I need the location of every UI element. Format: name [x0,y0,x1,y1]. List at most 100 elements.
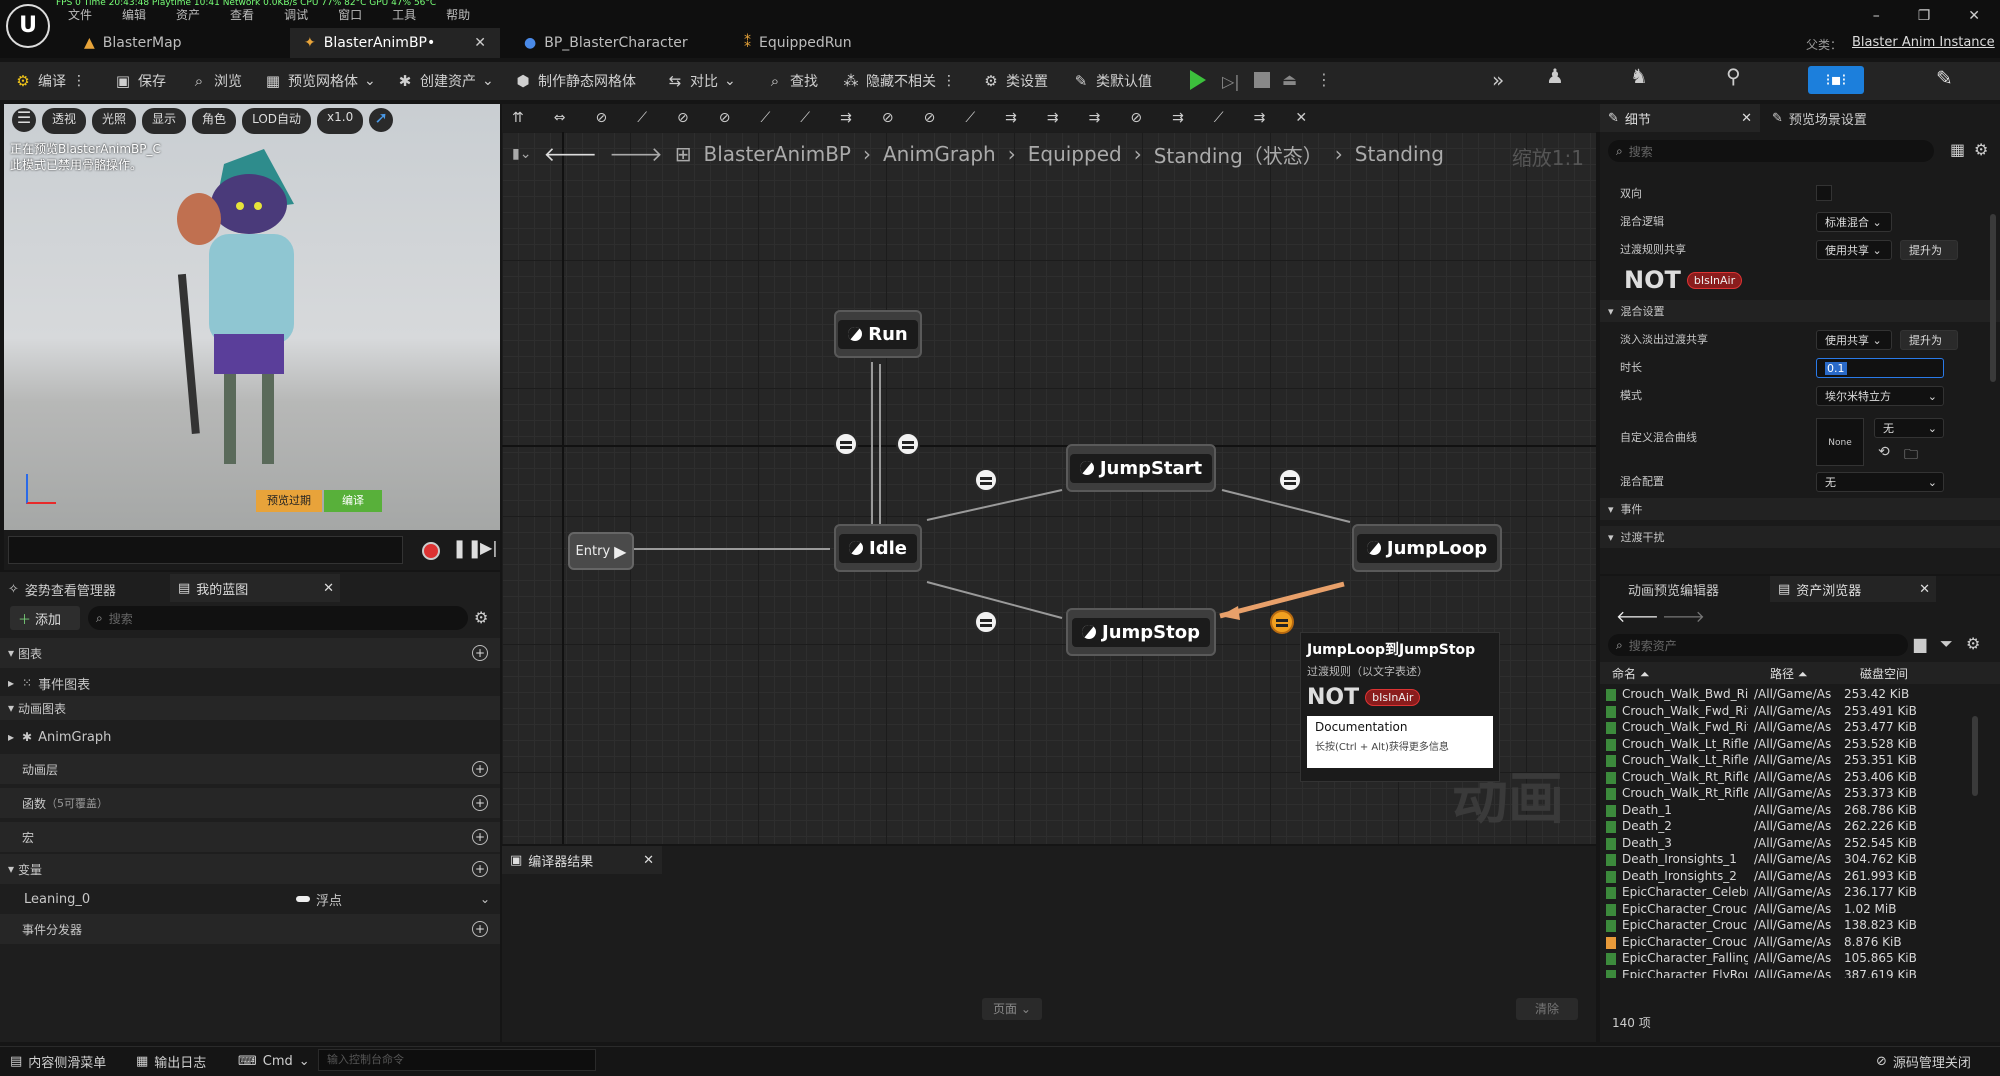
pause-icon[interactable]: ❚❚ [452,538,482,559]
bidirectional-checkbox[interactable] [1816,185,1832,201]
gear-icon[interactable]: ⚙ [1974,140,1988,159]
details-scrollbar[interactable] [1990,214,1996,382]
asset-row[interactable]: Crouch_Walk_Rt_Rifle_Ir/All/Game/As253.3… [1600,785,1980,801]
blend-profile-dropdown[interactable]: 无 ⌄ [1816,472,1944,492]
content-drawer-button[interactable]: ▤ 内容侧滑菜单 [4,1046,112,1076]
make-static-mesh-button[interactable]: ⬢ 制作静态网格体 [508,66,642,96]
curve-thumbnail[interactable]: None [1816,418,1864,466]
details-tab[interactable]: ✎ 细节 ✕ [1600,104,1760,132]
column-name[interactable]: 命名 ⏶ [1600,665,1770,682]
my-blueprint-tab[interactable]: ▤ 我的蓝图 ✕ [170,574,340,602]
preview-scene-tab[interactable]: ✎ 预览场景设置 [1772,104,1867,132]
hide-unrelated-button[interactable]: ⁂ 隐藏不相关 ⋮ [836,66,962,96]
menu-window[interactable]: 窗口 [338,6,362,23]
tab-bp-blastercharacter[interactable]: ● BP_BlasterCharacter [510,28,730,58]
add-button[interactable]: ＋添加 [10,606,80,630]
align-middle-icon[interactable]: ⇔ [554,110,566,126]
gear-icon[interactable]: ⚙ [1966,634,1980,653]
crossfade-sharing-dropdown[interactable]: 使用共享 ⌄ [1816,330,1892,350]
graph-canvas[interactable]: ▮⌄ 🡐 🡒 ⊞ BlasterAnimBP › AnimGraph › Equip… [502,132,1596,844]
section-anim-layers[interactable]: 动画层 + [0,754,500,784]
select-icon[interactable]: ➚ [369,108,394,132]
menu-asset[interactable]: 资产 [176,6,200,23]
history-back-icon[interactable]: 🡐 [1616,606,1659,626]
state-node-jumpstart[interactable]: JumpStart [1066,444,1216,492]
find-button[interactable]: ⌕ 查找 [760,66,824,96]
menu-tools[interactable]: 工具 [392,6,416,23]
straighten-5-icon[interactable]: ⊘ [1130,110,1142,126]
duration-input[interactable]: 0.1 [1816,358,1944,378]
table-view-icon[interactable]: ▦ [1950,140,1965,159]
column-size[interactable]: 磁盘空间 [1860,665,1908,682]
tab-equippedrun[interactable]: ⁑ EquippedRun [730,28,930,58]
asset-row[interactable]: Death_1/All/Game/As 268.786 KiB [1600,802,1980,818]
asset-row[interactable]: Crouch_Walk_Rt_Rifle_H/All/Game/As253.40… [1600,769,1980,785]
blend-logic-dropdown[interactable]: 标准混合 ⌄ [1816,212,1892,232]
reset-arrow-icon[interactable]: ⟲ [1878,444,1890,460]
close-icon[interactable]: ✕ [323,581,334,596]
asset-row[interactable]: Crouch_Walk_Fwd_Rifle/All/Game/As 253.491… [1600,703,1980,719]
step-forward-icon[interactable]: ▶| [480,538,498,557]
asset-row[interactable]: Crouch_Walk_Bwd_Rifle/All/Game/As253.42 … [1600,686,1980,702]
cmd-dropdown[interactable]: ⌨ Cmd ⌄ [232,1046,316,1076]
asset-row[interactable]: EpicCharacter_FlyRougl/All/Game/As387.61… [1600,967,1980,978]
asset-row[interactable]: EpicCharacter_Celebrat/All/Game/As236.17… [1600,884,1980,900]
expand-toolbar-icon[interactable]: » [1492,68,1504,92]
link-4-icon[interactable]: ⟋ [1214,110,1224,126]
folder-icon[interactable]: ▆ [1914,634,1926,653]
ue-logo[interactable]: U [6,4,50,48]
save-button[interactable]: ▣ 保存 [108,66,172,96]
state-node-jumploop[interactable]: JumpLoop [1352,524,1502,572]
asset-row[interactable]: EpicCharacter_Falling/All/Game/As 105.865… [1600,950,1980,966]
distribute-3-icon[interactable]: ⇉ [1172,110,1184,126]
create-asset-button[interactable]: ✱ 创建资产 ⌄ [390,66,500,96]
timeline-track[interactable] [8,536,403,564]
anim-graph-item[interactable]: ▸ ✱ AnimGraph [0,722,500,752]
link-2-icon[interactable]: ⟋ [800,110,810,126]
event-graph-item[interactable]: ▸ ⁙ 事件图表 [0,668,500,698]
browse-folder-icon[interactable]: 🗀 [1904,444,1918,468]
clear-button[interactable]: 清除 [1516,998,1578,1020]
mode-dropdown[interactable]: 埃尔米特立方 ⌄ [1816,386,1944,406]
section-anim-graphs[interactable]: ▾ 动画图表 [0,696,500,720]
add-layer-icon[interactable]: + [472,761,488,777]
lod-menu[interactable]: LOD自动 [242,108,312,134]
menu-edit[interactable]: 编辑 [122,6,146,23]
distribute-4-icon[interactable]: ⇉ [1254,110,1266,126]
history-forward-icon[interactable]: 🡒 [1662,606,1705,626]
add-graph-icon[interactable]: + [472,645,488,661]
eject-icon[interactable]: ⏏ [1282,70,1297,89]
menu-view[interactable]: 查看 [230,6,254,23]
mesh-mode-icon[interactable]: ♞ [1630,64,1648,88]
class-settings-button[interactable]: ⚙ 类设置 [976,66,1054,96]
variable-item[interactable]: Leaning_0 浮点 ⌄ [0,884,500,914]
chevron-down-icon[interactable]: ⌄ [480,892,490,906]
more-icon[interactable]: ⋮ [1316,70,1332,89]
blend-settings-section[interactable]: ▾ 混合设置 [1600,300,2000,322]
menu-debug[interactable]: 调试 [284,6,308,23]
close-icon[interactable]: ✕ [1295,110,1307,126]
asset-row[interactable]: Death_3/All/Game/As 252.545 KiB [1600,835,1980,851]
transition-rule-icon-selected[interactable] [1270,610,1294,634]
compile-button[interactable]: ⚙ 编译 ⋮ [8,66,92,96]
align-right-icon[interactable]: ⇉ [1005,110,1017,126]
browse-button[interactable]: ⌕ 浏览 [184,66,248,96]
section-event-dispatchers[interactable]: 事件分发器 + [0,914,500,944]
align-top-icon[interactable]: ⇈ [512,110,524,126]
skeleton-mode-icon[interactable]: ♟ [1546,64,1568,94]
play-speed-menu[interactable]: x1.0 [317,108,364,134]
close-icon[interactable]: ✕ [1741,111,1752,126]
pose-watch-tab[interactable]: ✧ 姿势查看管理器 [8,576,116,602]
distribute-icon[interactable]: ⊘ [677,110,689,126]
minimize-icon[interactable]: – [1873,8,1880,24]
tab-blastermap[interactable]: ▲ BlasterMap [70,28,290,58]
character-menu[interactable]: 角色 [192,108,237,134]
asset-row[interactable]: Death_2/All/Game/As 262.226 KiB [1600,818,1980,834]
align-bottom-icon[interactable]: ⟋ [637,110,647,126]
viewport[interactable]: ☰ 透视 光照 显示 角色 LOD自动 x1.0 ➚ 正在预览BlasterAn… [4,104,500,530]
close-icon[interactable]: ✕ [1919,582,1930,597]
viewport-menu-icon[interactable]: ☰ [12,108,36,132]
straighten-4-icon[interactable]: ⊘ [924,110,936,126]
link-3-icon[interactable]: ⟋ [965,110,975,126]
transition-rule-icon[interactable] [896,432,920,456]
